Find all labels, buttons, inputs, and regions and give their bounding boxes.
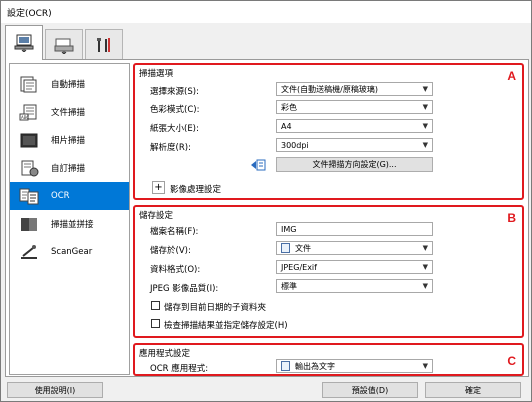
paper-size-label: 紙張大小(E): xyxy=(150,124,199,134)
color-mode-select[interactable]: 彩色 ▼ xyxy=(276,100,433,114)
file-name-value: IMG xyxy=(281,224,297,234)
data-format-label: 資料格式(O): xyxy=(150,265,201,275)
scanner-panel-icon xyxy=(54,38,74,54)
resolution-value: 300dpi xyxy=(281,140,309,150)
computer-scan-icon xyxy=(14,34,34,52)
paper-size-value: A4 xyxy=(281,121,292,131)
app-settings-title: 應用程式設定 xyxy=(139,349,191,359)
help-button[interactable]: 使用說明(I) xyxy=(7,382,103,398)
save-in-select[interactable]: 文件 ▼ xyxy=(276,241,433,255)
chevron-down-icon: ▼ xyxy=(422,244,428,252)
ocr-app-label: OCR 應用程式: xyxy=(150,364,209,374)
sidebar-item-label: ScanGear xyxy=(51,247,93,257)
chevron-down-icon: ▼ xyxy=(422,85,428,93)
source-label: 選擇來源(S): xyxy=(150,87,199,97)
resolution-label: 解析度(R): xyxy=(150,143,191,153)
folder-icon xyxy=(281,243,290,253)
auto-scan-icon xyxy=(19,76,39,93)
jpeg-quality-label: JPEG 影像品質(I): xyxy=(150,284,219,294)
jpeg-quality-value: 標準 xyxy=(281,281,297,291)
orientation-icon xyxy=(251,159,266,171)
check-results-checkbox[interactable] xyxy=(151,319,160,328)
photo-scan-icon xyxy=(19,132,39,149)
source-select[interactable]: 文件(自動送稿機/原稿玻璃) ▼ xyxy=(276,82,433,96)
section-letter-a: A xyxy=(507,69,516,83)
chevron-down-icon: ▼ xyxy=(422,263,428,271)
sidebar-item-photo-scan[interactable]: 相片掃描 xyxy=(10,126,129,154)
save-in-label: 儲存於(V): xyxy=(150,246,191,256)
section-letter-b: B xyxy=(507,211,516,225)
sidebar-item-label: 相片掃描 xyxy=(51,136,86,146)
color-mode-label: 色彩模式(C): xyxy=(150,105,200,115)
ocr-app-select[interactable]: 輸出為文字 ▼ xyxy=(276,359,433,373)
sidebar-item-auto-scan[interactable]: 自動掃描 xyxy=(10,70,129,98)
chevron-down-icon: ▼ xyxy=(422,362,428,370)
sidebar-item-scan-stitch[interactable]: 掃描並拼接 xyxy=(10,210,129,238)
ocr-icon xyxy=(19,188,39,205)
sidebar-item-label: 掃描並拼接 xyxy=(51,220,94,230)
tab-scan-from-computer[interactable] xyxy=(5,25,43,60)
scangear-icon xyxy=(19,244,39,261)
app-settings-section: 應用程式設定 C OCR 應用程式: 輸出為文字 ▼ xyxy=(133,343,524,376)
scan-options-title: 掃描選項 xyxy=(139,69,174,79)
chevron-down-icon: ▼ xyxy=(422,141,428,149)
sidebar-item-label: 自訂掃描 xyxy=(51,164,86,174)
window-title: 設定(OCR) xyxy=(1,1,531,23)
save-settings-section: 儲存設定 B 檔案名稱(F): IMG 儲存於(V): 文件 ▼ 資料格式(O)… xyxy=(133,205,524,338)
section-letter-c: C xyxy=(507,354,516,368)
subfolder-checkbox-label: 儲存到目前日期的子資料夾 xyxy=(164,303,267,313)
chevron-down-icon: ▼ xyxy=(422,103,428,111)
check-results-checkbox-label: 檢查掃描結果並指定儲存設定(H) xyxy=(164,321,288,331)
document-scan-icon: ABC xyxy=(19,104,39,121)
tools-icon xyxy=(97,37,110,52)
resolution-select[interactable]: 300dpi ▼ xyxy=(276,138,433,152)
image-processing-expand-button[interactable]: + xyxy=(152,181,165,194)
source-value: 文件(自動送稿機/原稿玻璃) xyxy=(281,84,378,94)
sidebar-item-label: OCR xyxy=(51,191,70,201)
svg-text:ABC: ABC xyxy=(21,115,29,120)
tab-general-settings[interactable] xyxy=(85,29,123,59)
save-settings-title: 儲存設定 xyxy=(139,211,174,221)
ok-button[interactable]: 確定 xyxy=(425,382,521,398)
ocr-app-value: 輸出為文字 xyxy=(295,361,335,371)
scan-stitch-icon xyxy=(19,216,39,233)
color-mode-value: 彩色 xyxy=(281,102,297,112)
subfolder-checkbox[interactable] xyxy=(151,301,160,310)
chevron-down-icon: ▼ xyxy=(422,282,428,290)
settings-content: 自動掃描 ABC 文件掃描 相片掃描 自訂掃描 OCR 掃描並拼接 ScanGe… xyxy=(5,59,529,377)
data-format-value: JPEG/Exif xyxy=(281,262,317,272)
image-processing-label: 影像處理設定 xyxy=(170,185,222,195)
paper-size-select[interactable]: A4 ▼ xyxy=(276,119,433,133)
file-name-input[interactable]: IMG xyxy=(276,222,433,236)
settings-window: 設定(OCR) 自動掃描 ABC 文件掃描 相片掃描 自訂掃描 OCR 掃描並拼… xyxy=(0,0,532,402)
file-name-label: 檔案名稱(F): xyxy=(150,227,199,237)
save-in-value: 文件 xyxy=(295,243,311,253)
scan-type-sidebar: 自動掃描 ABC 文件掃描 相片掃描 自訂掃描 OCR 掃描並拼接 ScanGe… xyxy=(9,63,130,375)
sidebar-item-label: 文件掃描 xyxy=(51,108,86,118)
scan-options-section: 掃描選項 A 選擇來源(S): 文件(自動送稿機/原稿玻璃) ▼ 色彩模式(C)… xyxy=(133,63,524,200)
jpeg-quality-select[interactable]: 標準 ▼ xyxy=(276,279,433,293)
sidebar-item-custom-scan[interactable]: 自訂掃描 xyxy=(10,154,129,182)
tab-scan-from-panel[interactable] xyxy=(45,29,83,59)
sidebar-item-document-scan[interactable]: ABC 文件掃描 xyxy=(10,98,129,126)
sidebar-item-label: 自動掃描 xyxy=(51,80,86,90)
sidebar-item-ocr[interactable]: OCR xyxy=(10,182,129,210)
custom-scan-icon xyxy=(19,160,39,177)
orientation-settings-button[interactable]: 文件掃描方向設定(G)... xyxy=(276,157,433,172)
sidebar-item-scangear[interactable]: ScanGear xyxy=(10,238,129,266)
defaults-button[interactable]: 預設值(D) xyxy=(322,382,418,398)
data-format-select[interactable]: JPEG/Exif ▼ xyxy=(276,260,433,274)
text-output-icon xyxy=(281,361,290,371)
chevron-down-icon: ▼ xyxy=(422,122,428,130)
